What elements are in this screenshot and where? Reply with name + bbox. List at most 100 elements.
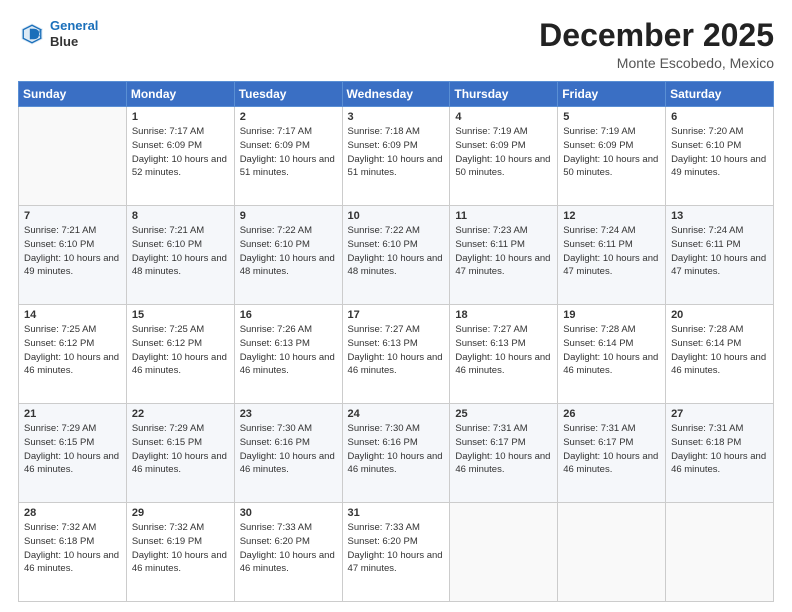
calendar-cell: 30Sunrise: 7:33 AMSunset: 6:20 PMDayligh… <box>234 503 342 602</box>
day-info: Sunrise: 7:25 AMSunset: 6:12 PMDaylight:… <box>24 323 121 378</box>
sunrise-text: Sunrise: 7:22 AM <box>348 225 420 236</box>
daylight-text: Daylight: 10 hours and 47 minutes. <box>348 550 443 575</box>
daylight-text: Daylight: 10 hours and 46 minutes. <box>455 352 550 377</box>
day-number: 14 <box>24 309 121 321</box>
sunrise-text: Sunrise: 7:17 AM <box>240 126 312 137</box>
sunset-text: Sunset: 6:13 PM <box>455 338 525 349</box>
sunrise-text: Sunrise: 7:33 AM <box>240 522 312 533</box>
sunrise-text: Sunrise: 7:21 AM <box>24 225 96 236</box>
day-header-thursday: Thursday <box>450 82 558 107</box>
sunset-text: Sunset: 6:15 PM <box>24 437 94 448</box>
day-info: Sunrise: 7:24 AMSunset: 6:11 PMDaylight:… <box>671 224 768 279</box>
day-number: 5 <box>563 111 660 123</box>
day-info: Sunrise: 7:32 AMSunset: 6:19 PMDaylight:… <box>132 521 229 576</box>
daylight-text: Daylight: 10 hours and 51 minutes. <box>348 154 443 179</box>
day-info: Sunrise: 7:31 AM Sunset: 6:17 PM Daylight:… <box>563 422 660 477</box>
day-number: 19 <box>563 309 660 321</box>
calendar-cell: 3Sunrise: 7:18 AMSunset: 6:09 PMDaylight… <box>342 107 450 206</box>
day-info: Sunrise: 7:21 AMSunset: 6:10 PMDaylight:… <box>132 224 229 279</box>
day-info: Sunrise: 7:29 AMSunset: 6:15 PMDaylight:… <box>24 422 121 477</box>
calendar-cell: 7Sunrise: 7:21 AMSunset: 6:10 PMDaylight… <box>19 206 127 305</box>
logo-line1: General <box>50 18 98 33</box>
day-info: Sunrise: 7:18 AMSunset: 6:09 PMDaylight:… <box>348 125 445 180</box>
day-number: 4 <box>455 111 552 123</box>
day-info: Sunrise: 7:22 AMSunset: 6:10 PMDaylight:… <box>240 224 337 279</box>
day-number: 26 <box>563 408 660 420</box>
day-info: Sunrise: 7:31 AMSunset: 6:17 PMDaylight:… <box>455 422 552 477</box>
sunrise-text: Sunrise: 7:31 AM <box>563 423 635 434</box>
day-number: 13 <box>671 210 768 222</box>
day-number: 17 <box>348 309 445 321</box>
sunset-text: Sunset: 6:17 PM <box>563 437 633 448</box>
day-number: 1 <box>132 111 229 123</box>
calendar-cell: 14 Sunrise: 7:25 AMSunset: 6:12 PMDayligh… <box>19 305 127 404</box>
calendar-cell: 12 Sunrise: 7:24 AMSunset: 6:11 PMDayligh… <box>558 206 666 305</box>
day-info: Sunrise: 7:24 AMSunset: 6:11 PMDaylight:… <box>563 224 660 279</box>
daylight-text: Daylight: 10 hours and 46 minutes. <box>240 352 335 377</box>
daylight-text: Daylight: 10 hours and 50 minutes. <box>455 154 550 179</box>
day-number: 23 <box>240 408 337 420</box>
sunset-text: Sunset: 6:14 PM <box>563 338 633 349</box>
day-info: Sunrise: 7:19 AMSunset: 6:09 PMDaylight:… <box>455 125 552 180</box>
logo-icon <box>18 20 46 48</box>
sunset-text: Sunset: 6:11 PM <box>671 239 741 250</box>
calendar-cell: 31Sunrise: 7:33 AMSunset: 6:20 PMDayligh… <box>342 503 450 602</box>
day-info: Sunrise: 7:28 AMSunset: 6:14 PMDaylight:… <box>563 323 660 378</box>
day-info: Sunrise: 7:19 AMSunset: 6:09 PMDaylight:… <box>563 125 660 180</box>
logo-text: General Blue <box>50 18 98 49</box>
sunset-text: Sunset: 6:12 PM <box>132 338 202 349</box>
calendar-cell <box>450 503 558 602</box>
calendar-cell: 26 Sunrise: 7:31 AM Sunset: 6:17 PM Dayligh… <box>558 404 666 503</box>
calendar-cell: 24Sunrise: 7:30 AMSunset: 6:16 PMDayligh… <box>342 404 450 503</box>
calendar-cell: 29Sunrise: 7:32 AMSunset: 6:19 PMDayligh… <box>126 503 234 602</box>
sunrise-text: Sunrise: 7:27 AM <box>348 324 420 335</box>
sunset-text: Sunset: 6:16 PM <box>348 437 418 448</box>
sunset-text: Sunset: 6:10 PM <box>24 239 94 250</box>
calendar-cell: 9Sunrise: 7:22 AMSunset: 6:10 PMDaylight… <box>234 206 342 305</box>
week-row-3: 21Sunrise: 7:29 AMSunset: 6:15 PMDayligh… <box>19 404 774 503</box>
sunset-text: Sunset: 6:19 PM <box>132 536 202 547</box>
day-number: 8 <box>132 210 229 222</box>
calendar-cell <box>19 107 127 206</box>
day-info: Sunrise: 7:21 AMSunset: 6:10 PMDaylight:… <box>24 224 121 279</box>
day-info: Sunrise: 7:33 AMSunset: 6:20 PMDaylight:… <box>348 521 445 576</box>
calendar-cell: 11Sunrise: 7:23 AMSunset: 6:11 PMDayligh… <box>450 206 558 305</box>
sunrise-text: Sunrise: 7:25 AM <box>132 324 204 335</box>
sunset-text: Sunset: 6:17 PM <box>455 437 525 448</box>
sunrise-text: Sunrise: 7:17 AM <box>132 126 204 137</box>
daylight-text: Daylight: 10 hours and 48 minutes. <box>132 253 227 278</box>
daylight-text: Daylight: 10 hours and 51 minutes. <box>240 154 335 179</box>
day-number: 12 <box>563 210 660 222</box>
day-info: Sunrise: 7:28 AMSunset: 6:14 PMDaylight:… <box>671 323 768 378</box>
calendar-cell: 22Sunrise: 7:29 AMSunset: 6:15 PMDayligh… <box>126 404 234 503</box>
sunset-text: Sunset: 6:10 PM <box>348 239 418 250</box>
daylight-text: Daylight: 10 hours and 48 minutes. <box>348 253 443 278</box>
sunrise-text: Sunrise: 7:30 AM <box>240 423 312 434</box>
daylight-text: Daylight: 10 hours and 47 minutes. <box>563 253 658 278</box>
day-number: 11 <box>455 210 552 222</box>
sunrise-text: Sunrise: 7:29 AM <box>132 423 204 434</box>
day-info: Sunrise: 7:22 AM Sunset: 6:10 PM Daylight:… <box>348 224 445 279</box>
day-info: Sunrise: 7:20 AMSunset: 6:10 PMDaylight:… <box>671 125 768 180</box>
logo-line2: Blue <box>50 34 98 50</box>
sunrise-text: Sunrise: 7:30 AM <box>348 423 420 434</box>
sunset-text: Sunset: 6:15 PM <box>132 437 202 448</box>
sunrise-text: Sunrise: 7:19 AM <box>455 126 527 137</box>
day-number: 18 <box>455 309 552 321</box>
daylight-text: Daylight: 10 hours and 46 minutes. <box>24 550 119 575</box>
sunset-text: Sunset: 6:10 PM <box>132 239 202 250</box>
day-header-saturday: Saturday <box>666 82 774 107</box>
day-info: Sunrise: 7:17 AMSunset: 6:09 PMDaylight:… <box>132 125 229 180</box>
daylight-text: Daylight: 10 hours and 50 minutes. <box>563 154 658 179</box>
day-info: Sunrise: 7:32 AMSunset: 6:18 PMDaylight:… <box>24 521 121 576</box>
day-info: Sunrise: 7:17 AM Sunset: 6:09 PM Daylight:… <box>240 125 337 180</box>
sunrise-text: Sunrise: 7:19 AM <box>563 126 635 137</box>
logo: General Blue <box>18 18 98 49</box>
calendar-cell: 27Sunrise: 7:31 AMSunset: 6:18 PMDayligh… <box>666 404 774 503</box>
sunset-text: Sunset: 6:09 PM <box>240 140 310 151</box>
daylight-text: Daylight: 10 hours and 46 minutes. <box>563 451 658 476</box>
calendar-cell: 20Sunrise: 7:28 AMSunset: 6:14 PMDayligh… <box>666 305 774 404</box>
day-number: 30 <box>240 507 337 519</box>
sunrise-text: Sunrise: 7:29 AM <box>24 423 96 434</box>
day-info: Sunrise: 7:31 AMSunset: 6:18 PMDaylight:… <box>671 422 768 477</box>
